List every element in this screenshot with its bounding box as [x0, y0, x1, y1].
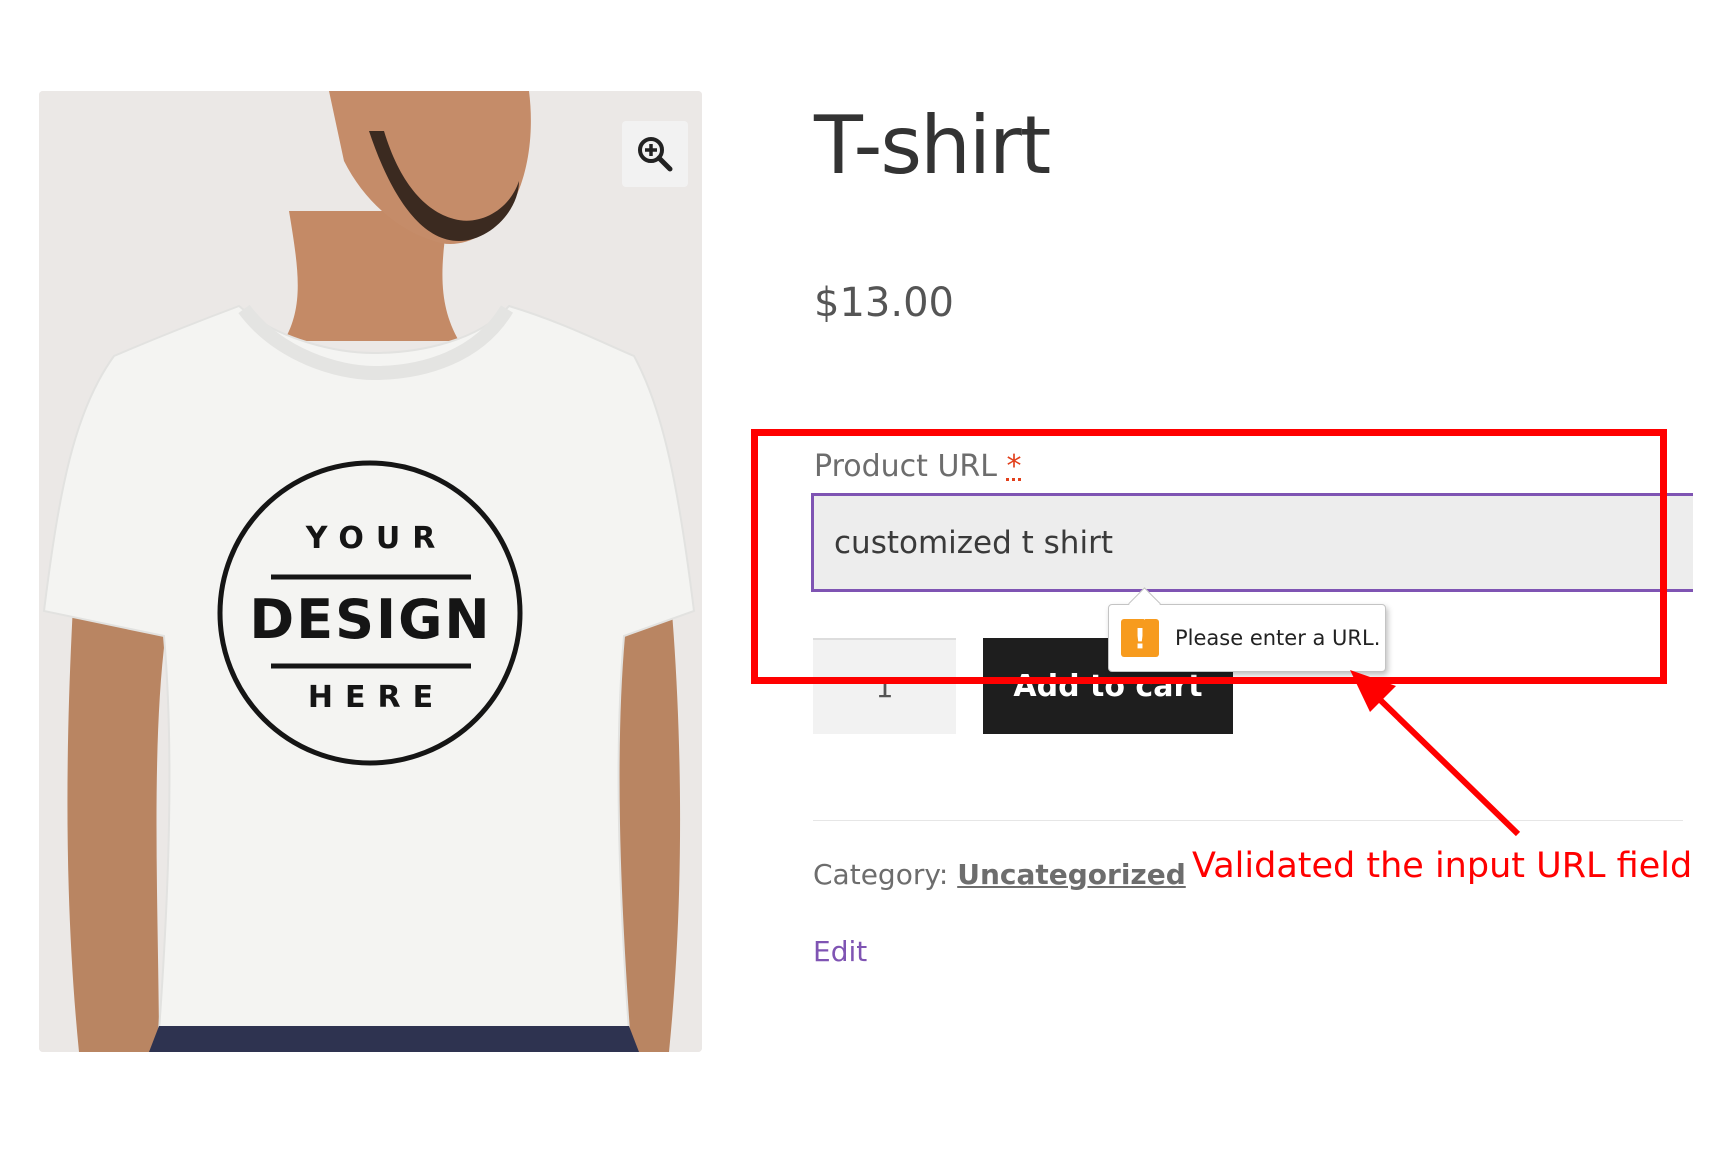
print-text-here: HERE: [307, 680, 446, 715]
product-url-label: Product URL *: [814, 447, 1022, 487]
edit-link[interactable]: Edit: [813, 934, 867, 970]
product-url-input[interactable]: [811, 493, 1693, 592]
product-url-label-text: Product URL: [814, 449, 997, 484]
zoom-in-icon: [638, 137, 673, 172]
product-title: T-shirt: [814, 99, 1051, 192]
product-price: $13.00: [814, 280, 954, 326]
print-text-design: DESIGN: [249, 588, 492, 651]
validation-tooltip: ! Please enter a URL.: [1108, 587, 1386, 672]
tooltip-arrow: [1128, 587, 1161, 620]
category-link[interactable]: Uncategorized: [957, 858, 1186, 891]
product-image[interactable]: YOUR DESIGN HERE: [39, 91, 702, 1052]
required-marker: *: [1006, 449, 1022, 484]
warning-icon: !: [1121, 619, 1159, 657]
tshirt-photo: [39, 91, 702, 1052]
annotation-text: Validated the input URL field: [1192, 846, 1693, 886]
print-text-your: YOUR: [305, 521, 448, 556]
category-label: Category:: [813, 858, 949, 891]
quantity-input[interactable]: [813, 638, 956, 734]
validation-message: Please enter a URL.: [1175, 626, 1381, 650]
product-page: YOUR DESIGN HERE T-shirt $13.00 Product …: [0, 0, 1723, 1173]
product-meta: Category: Uncategorized: [813, 857, 1186, 893]
zoom-button[interactable]: [622, 121, 688, 187]
divider: [813, 820, 1683, 821]
